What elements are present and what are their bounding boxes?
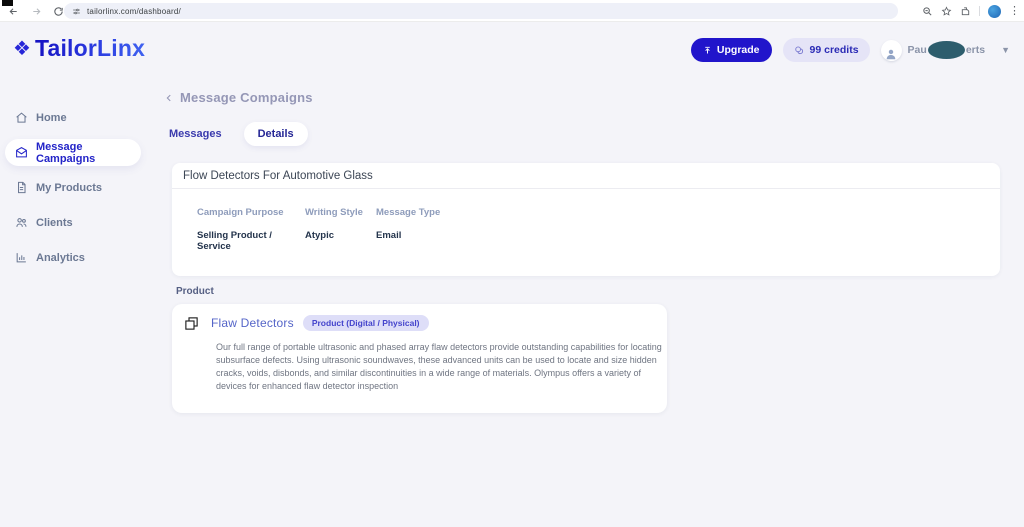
sidebar-item-message-campaigns[interactable]: Message Campaigns (5, 139, 141, 166)
field-label: Message Type (376, 207, 441, 218)
campaign-title: Flow Detectors For Automotive Glass (172, 163, 1000, 189)
header-actions: Upgrade 99 credits Pau erts ▼ (690, 38, 1010, 62)
arrow-up-icon (705, 46, 710, 53)
sidebar-item-home[interactable]: Home (5, 104, 141, 131)
chevron-down-icon: ▼ (1001, 45, 1010, 55)
tab-messages[interactable]: Messages (167, 122, 224, 146)
star-icon (941, 5, 952, 16)
logo-wordmark: TailorLinx (34, 35, 146, 61)
user-menu[interactable]: Pau erts ▼ (880, 39, 1010, 61)
breadcrumb-back[interactable]: Message Compaigns (164, 90, 313, 105)
address-bar[interactable]: tailorlinx.com/dashboard/ (64, 3, 898, 19)
divider (979, 6, 980, 16)
field-value: Atypic (305, 230, 335, 241)
field-label: Campaign Purpose (197, 207, 284, 218)
sidebar-item-clients[interactable]: Clients (5, 209, 141, 236)
sidebar-item-label: Analytics (36, 251, 85, 264)
document-icon (18, 181, 26, 194)
product-card[interactable]: Flaw Detectors Product (Digital / Physic… (172, 304, 667, 413)
field-campaign-purpose: Campaign Purpose Selling Product / Servi… (197, 207, 305, 252)
tab-bar: Messages Details (167, 122, 308, 146)
field-value: Email (376, 230, 402, 241)
upgrade-button[interactable]: Upgrade (690, 38, 772, 62)
product-copy-icon (185, 316, 198, 330)
sidebar-item-label: Home (36, 111, 67, 124)
app-logo[interactable]: ❖ TailorLinx (13, 35, 145, 62)
extensions-button[interactable] (960, 6, 971, 17)
refresh-icon (53, 6, 63, 16)
magnifier-icon (923, 6, 932, 16)
browser-toolbar: tailorlinx.com/dashboard/ ⋮ (0, 0, 1024, 22)
field-message-type: Message Type Email (376, 207, 440, 252)
campaign-mail-icon (16, 147, 27, 158)
url-text: tailorlinx.com/dashboard/ (87, 6, 181, 16)
back-arrow-icon (9, 7, 17, 15)
sidebar-item-label: My Products (36, 181, 103, 194)
sidebar-item-my-products[interactable]: My Products (5, 174, 141, 201)
tab-details[interactable]: Details (243, 122, 308, 146)
credits-label: 99 credits (809, 44, 859, 56)
browser-back-button[interactable] (5, 3, 21, 19)
field-writing-style: Writing Style Atypic (305, 207, 376, 252)
chevron-left-icon (166, 94, 171, 101)
user-name-left: Pau (907, 44, 927, 56)
forward-arrow-icon (32, 7, 40, 15)
upgrade-label: Upgrade (716, 44, 760, 56)
browser-forward-button[interactable] (28, 3, 44, 19)
clients-people-icon (16, 218, 27, 227)
product-description: Our full range of portable ultrasonic an… (216, 342, 662, 391)
coins-icon (794, 46, 803, 54)
home-icon (16, 112, 27, 123)
bookmark-button[interactable] (941, 5, 952, 17)
person-icon (886, 49, 896, 59)
credits-badge[interactable]: 99 credits (782, 38, 870, 62)
sidebar-item-label: Clients (36, 216, 73, 229)
campaign-fields: Campaign Purpose Selling Product / Servi… (172, 189, 1000, 276)
browser-profile-avatar[interactable] (988, 4, 1001, 18)
browser-menu-button[interactable]: ⋮ (1009, 5, 1020, 17)
user-avatar (880, 39, 902, 61)
extensions-icon (961, 6, 970, 15)
campaign-details-card: Flow Detectors For Automotive Glass Camp… (172, 163, 1000, 276)
zoom-button[interactable] (922, 6, 933, 17)
field-value: Selling Product / Service (197, 230, 272, 252)
browser-actions: ⋮ (922, 3, 1020, 19)
site-settings-icon (73, 8, 80, 14)
redaction-overlay (927, 41, 965, 59)
sidebar-item-analytics[interactable]: Analytics (5, 244, 141, 271)
analytics-chart-icon (16, 253, 26, 263)
field-label: Writing Style (305, 207, 363, 218)
page-title: Message Compaigns (180, 90, 313, 105)
logo-diamond-icon: ❖ (13, 37, 31, 60)
product-type-badge: Product (Digital / Physical) (302, 315, 429, 331)
product-card-header: Flaw Detectors Product (Digital / Physic… (184, 315, 655, 331)
product-section-label: Product (176, 286, 214, 297)
user-name: Pau erts (907, 41, 986, 59)
sidebar-item-label: Message Campaigns (36, 140, 96, 165)
screen: tailorlinx.com/dashboard/ ⋮ ❖ TailorLinx… (0, 0, 1024, 527)
product-title: Flaw Detectors (211, 316, 294, 330)
user-name-right: erts (965, 44, 986, 56)
